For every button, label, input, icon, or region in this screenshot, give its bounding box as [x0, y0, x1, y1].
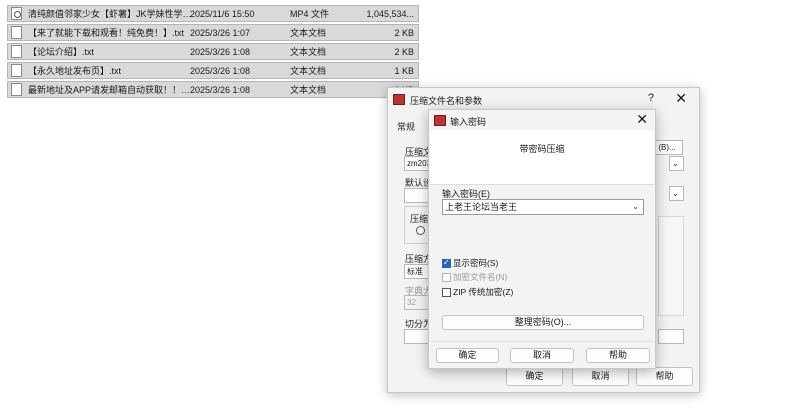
file-date: 2025/11/6 15:50 [190, 8, 255, 19]
winrar-icon [393, 94, 405, 105]
dialog-header: 带密码压缩 [430, 130, 654, 185]
help-button[interactable]: 帮助 [586, 348, 650, 363]
video-file-icon [11, 7, 22, 20]
divider [430, 341, 654, 342]
chevron-down-icon: ⌄ [672, 159, 679, 168]
checkbox-label: 显示密码(S) [453, 258, 499, 268]
options-panel [658, 216, 684, 316]
ok-button[interactable]: 确定 [506, 367, 563, 386]
file-row[interactable]: 最新地址及APP请发邮箱自动获取！！！.... 2025/3/26 1:08 文… [7, 81, 419, 98]
dialog-title: 输入密码 [450, 117, 487, 127]
text-file-icon [11, 45, 22, 58]
file-name: 【永久地址发布页】.txt [28, 66, 122, 76]
cancel-button[interactable]: 取消 [510, 348, 574, 363]
file-row[interactable]: 【来了就能下载和观看！纯免费！】.txt 2025/3/26 1:07 文本文档… [7, 24, 419, 41]
close-icon[interactable]: ✕ [675, 90, 687, 107]
chevron-down-icon: ⌄ [672, 189, 679, 198]
text-file-icon [11, 26, 22, 39]
file-name: 最新地址及APP请发邮箱自动获取！！！.... [28, 85, 193, 95]
tab-general[interactable]: 常规 [397, 120, 415, 133]
file-size: 1,045,534... [366, 8, 414, 19]
password-input[interactable]: 上老王论坛当老王 ⌄ [442, 199, 644, 215]
file-date: 2025/3/26 1:08 [190, 65, 251, 76]
password-value: 上老王论坛当老王 [445, 202, 518, 212]
encrypt-filenames-checkbox[interactable]: 加密文件名(N) [442, 271, 507, 283]
file-date: 2025/3/26 1:08 [190, 84, 251, 95]
checkbox-icon [442, 287, 451, 297]
file-date: 2025/3/26 1:07 [190, 27, 251, 38]
checkbox-label: ZIP 传统加密(Z) [453, 287, 514, 297]
file-row[interactable]: 【论坛介绍】.txt 2025/3/26 1:08 文本文档 2 KB [7, 43, 419, 60]
organize-passwords-button[interactable]: 整理密码(O)... [442, 315, 644, 330]
checkbox-icon [442, 272, 451, 282]
checkbox-label: 加密文件名(N) [453, 272, 508, 282]
close-icon[interactable]: ✕ [636, 111, 648, 128]
cancel-button[interactable]: 取消 [572, 367, 629, 386]
profile-dropdown[interactable]: ⌄ [669, 186, 684, 201]
file-type: 文本文档 [290, 28, 327, 38]
file-name: 【论坛介绍】.txt [28, 47, 95, 57]
dialog-title: 压缩文件名和参数 [410, 96, 483, 106]
file-type: MP4 文件 [290, 9, 330, 19]
winrar-icon [434, 115, 446, 126]
file-size: 1 KB [394, 65, 414, 76]
file-type: 文本文档 [290, 66, 327, 76]
show-password-checkbox[interactable]: 显示密码(S) [442, 257, 498, 269]
password-dialog: 输入密码 ✕ 带密码压缩 输入密码(E) 上老王论坛当老王 ⌄ 显示密码(S) … [428, 109, 656, 369]
file-row[interactable]: 【永久地址发布页】.txt 2025/3/26 1:08 文本文档 1 KB [7, 62, 419, 79]
help-icon[interactable]: ? [648, 92, 654, 104]
header-text: 带密码压缩 [519, 144, 565, 154]
file-row[interactable]: 清纯颜值邻家少女【虾薯】JK学妹性学攻... 2025/11/6 15:50 M… [7, 5, 419, 22]
file-size: 2 KB [394, 27, 414, 38]
help-button[interactable]: 帮助 [636, 367, 693, 386]
file-size: 2 KB [394, 46, 414, 57]
file-name: 清纯颜值邻家少女【虾薯】JK学妹性学攻... [28, 9, 193, 19]
file-name: 【来了就能下载和观看！纯免费！】.txt [28, 28, 185, 38]
radio-rar[interactable] [416, 226, 425, 235]
ok-button[interactable]: 确定 [436, 348, 499, 363]
text-file-icon [11, 64, 22, 77]
split-unit-select[interactable] [658, 329, 684, 344]
checkbox-checked-icon [442, 258, 451, 268]
file-type: 文本文档 [290, 85, 327, 95]
zip-legacy-checkbox[interactable]: ZIP 传统加密(Z) [442, 286, 513, 298]
file-type: 文本文档 [290, 47, 327, 57]
archive-name-dropdown[interactable]: ⌄ [669, 156, 684, 171]
chevron-down-icon[interactable]: ⌄ [632, 200, 639, 214]
file-date: 2025/3/26 1:08 [190, 46, 251, 57]
text-file-icon [11, 83, 22, 96]
